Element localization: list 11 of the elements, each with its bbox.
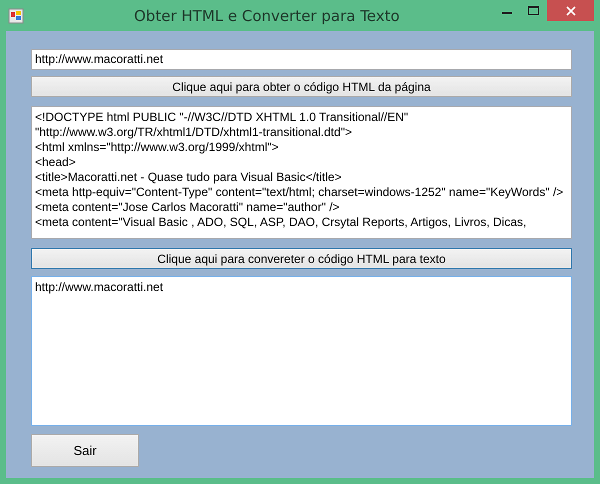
text-output-field[interactable]: http://www.macoratti.net — [31, 276, 572, 426]
maximize-icon[interactable] — [528, 6, 539, 16]
html-code-field[interactable]: <!DOCTYPE html PUBLIC "-//W3C//DTD XHTML 1.0 Transitional//EN" "http://www.w3.org/TR/xhtml1/DTD/xhtml1-transitional.dtd"> <html xmlns="http://www.w3.org/1999/xhtml"> <head> <title>Macoratti.net - Quase tudo para Visual Basic</title> <meta http-equiv="Content-Type" content="text/html; charset=windows-1252" name="KeyWords" /> <meta content="Jose Carlos Macoratti" name="author" /> <meta content="Visual Basic , ADO, SQL, ASP, DAO, Crsytal Reports, Artigos, Livros, Dicas, — [31, 106, 572, 239]
window-title: Obter HTML e Converter para Texto — [134, 6, 400, 24]
exit-button[interactable]: Sair — [31, 434, 139, 467]
app-icon — [8, 8, 24, 24]
convert-button[interactable]: Clique aqui para convereter o código HTML para texto — [31, 248, 572, 269]
close-button[interactable] — [547, 0, 594, 21]
url-field[interactable]: http://www.macoratti.net — [31, 49, 572, 70]
close-icon — [566, 6, 576, 16]
get-html-button[interactable]: Clique aqui para obter o código HTML da página — [31, 76, 572, 97]
